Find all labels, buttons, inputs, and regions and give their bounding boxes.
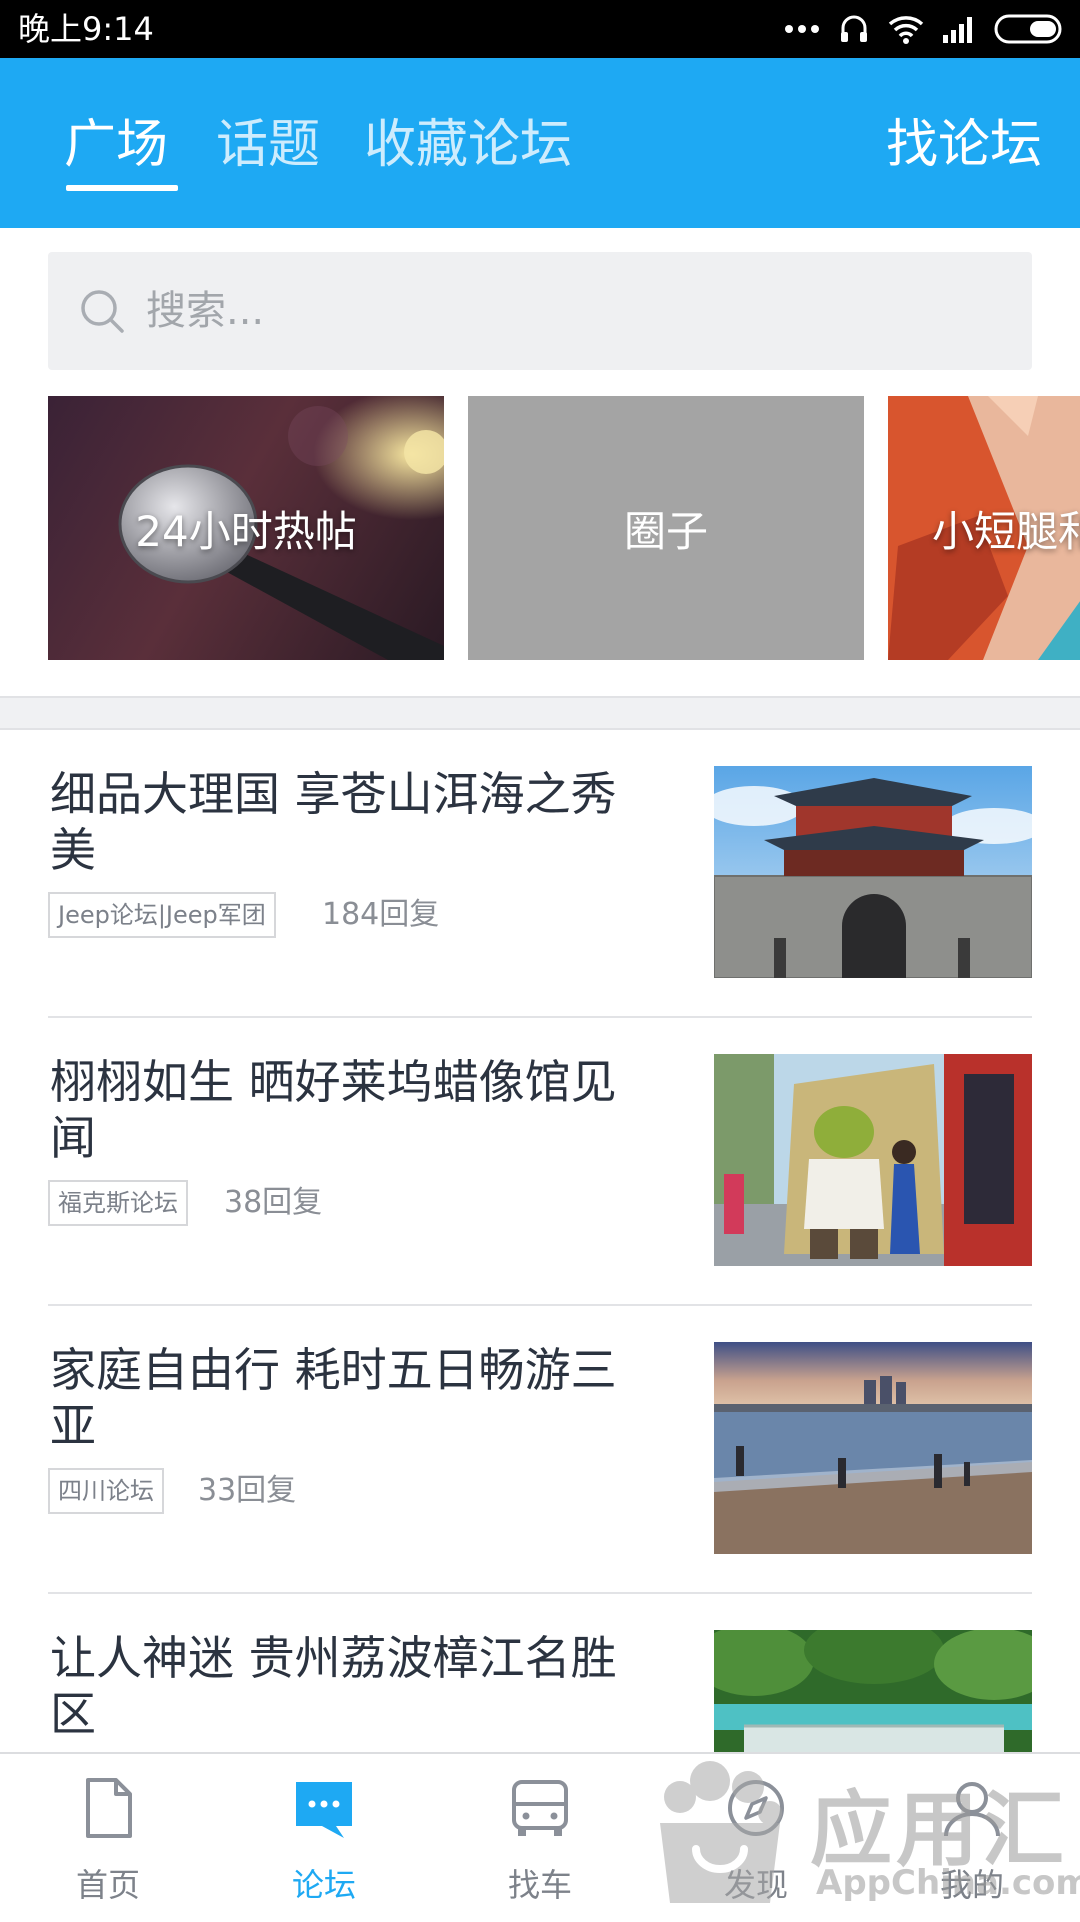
search-bar[interactable] <box>48 252 1032 370</box>
post-thumbnail <box>714 1054 1032 1266</box>
category-carousel[interactable]: 24小时热帖 圈子 小短腿和 <box>0 396 1080 660</box>
category-label: 小短腿和 <box>932 506 1080 556</box>
nav-mine[interactable]: 我的 <box>864 1754 1080 1922</box>
active-tab-indicator <box>66 185 178 191</box>
nav-home[interactable]: 首页 <box>0 1754 216 1922</box>
status-icons <box>784 0 1066 58</box>
reply-count: 33回复 <box>198 1473 297 1508</box>
status-bar: 晚上9:14 <box>0 0 1080 58</box>
reply-count: 184回复 <box>322 897 440 932</box>
post-title: 让人神迷 贵州荔波樟江名胜区 <box>50 1631 617 1741</box>
category-card-hot-posts[interactable]: 24小时热帖 <box>48 396 444 660</box>
battery-icon <box>994 14 1062 44</box>
forum-tag[interactable]: 四川论坛 <box>48 1468 164 1514</box>
post-thumbnail <box>714 1342 1032 1554</box>
nav-label: 首页 <box>75 1866 140 1904</box>
tab-square[interactable]: 广场 <box>64 110 168 180</box>
post-thumbnail <box>714 1630 1032 1752</box>
post-item[interactable]: 栩栩如生 晒好莱坞蜡像馆见闻 福克斯论坛 38回复 <box>48 1018 1032 1306</box>
nav-label: 论坛 <box>291 1866 356 1904</box>
post-title: 家庭自由行 耗时五日畅游三亚 <box>50 1343 617 1453</box>
bottom-navigation: 首页 论坛 找车 发现 我的 <box>0 1752 1080 1920</box>
category-card-short-legs[interactable]: 小短腿和 <box>888 396 1080 660</box>
search-input[interactable] <box>144 276 1004 346</box>
reply-count: 38回复 <box>224 1185 323 1220</box>
document-icon <box>86 1778 132 1838</box>
status-time: 晚上9:14 <box>18 10 154 48</box>
nav-discover[interactable]: 发现 <box>648 1754 864 1922</box>
chat-bubble-icon <box>296 1782 352 1838</box>
compass-icon <box>728 1780 784 1836</box>
post-item[interactable]: 细品大理国 享苍山洱海之秀美 Jeep论坛|Jeep军团 184回复 <box>48 730 1032 1018</box>
post-item[interactable]: 家庭自由行 耗时五日畅游三亚 四川论坛 33回复 <box>48 1306 1032 1594</box>
nav-label: 我的 <box>939 1866 1004 1904</box>
wifi-icon <box>888 16 924 44</box>
category-card-circles[interactable]: 圈子 <box>468 396 864 660</box>
tab-favorite-forums[interactable]: 收藏论坛 <box>364 110 572 180</box>
forum-tag[interactable]: 福克斯论坛 <box>48 1180 188 1226</box>
post-title: 细品大理国 享苍山洱海之秀美 <box>50 767 617 877</box>
section-divider <box>0 696 1080 730</box>
tab-topics[interactable]: 话题 <box>216 110 320 180</box>
nav-label: 找车 <box>507 1866 572 1904</box>
find-forum-button[interactable]: 找论坛 <box>886 110 1042 180</box>
category-label: 24小时热帖 <box>135 506 357 556</box>
nav-forum[interactable]: 论坛 <box>216 1754 432 1922</box>
post-title: 栩栩如生 晒好莱坞蜡像馆见闻 <box>50 1055 617 1165</box>
headset-icon <box>841 15 867 42</box>
signal-icon <box>943 17 972 43</box>
top-header: 广场 话题 收藏论坛 找论坛 <box>0 58 1080 228</box>
search-icon <box>81 290 124 333</box>
person-icon <box>944 1782 1000 1837</box>
nav-find-car[interactable]: 找车 <box>432 1754 648 1922</box>
more-dots-icon <box>785 25 819 33</box>
nav-label: 发现 <box>723 1866 788 1904</box>
category-label: 圈子 <box>623 506 708 556</box>
forum-tag[interactable]: Jeep论坛|Jeep军团 <box>48 892 276 938</box>
post-thumbnail <box>714 766 1032 978</box>
car-icon <box>512 1780 568 1836</box>
